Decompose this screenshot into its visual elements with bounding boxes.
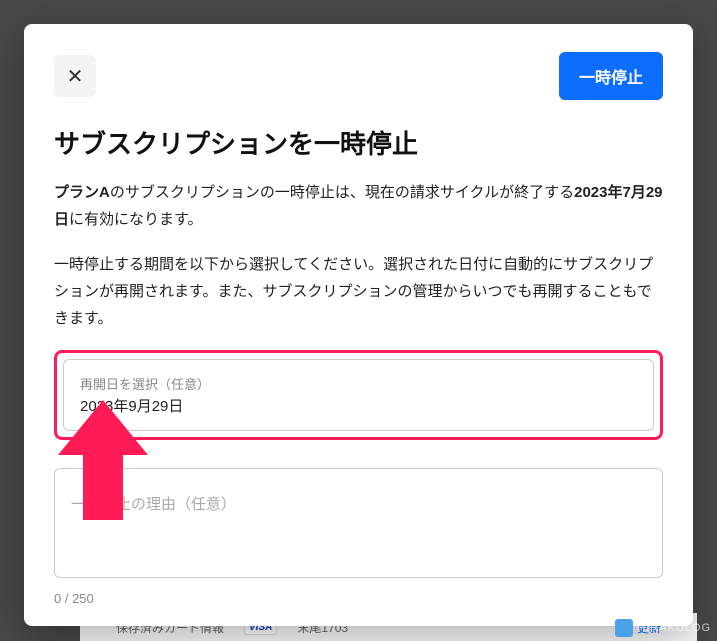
resume-date-value: 2023年9月29日	[80, 395, 637, 416]
resume-date-label: 再開日を選択（任意）	[80, 374, 637, 393]
date-highlight-box: 再開日を選択（任意） 2023年9月29日	[54, 350, 663, 440]
p1-end: に有効になります。	[69, 211, 203, 228]
pause-button[interactable]: 一時停止	[559, 52, 663, 100]
modal-header: ✕ 一時停止	[54, 52, 663, 100]
resume-date-input[interactable]: 再開日を選択（任意） 2023年9月29日	[63, 359, 654, 431]
paragraph-1: プランAのサブスクリプションの一時停止は、現在の請求サイクルが終了する2023年…	[54, 179, 663, 233]
char-count: 0 / 250	[54, 591, 663, 606]
plan-name: プランA	[54, 184, 110, 201]
modal-title: サブスクリプションを一時停止	[54, 124, 663, 161]
pause-reason-textarea[interactable]	[54, 468, 663, 578]
close-icon: ✕	[67, 64, 84, 89]
p1-mid: のサブスクリプションの一時停止は、現在の請求サイクルが終了する	[110, 184, 574, 201]
paragraph-2: 一時停止する期間を以下から選択してください。選択された日付に自動的にサブスクリプ…	[54, 251, 663, 332]
pause-subscription-modal: ✕ 一時停止 サブスクリプションを一時停止 プランAのサブスクリプションの一時停…	[24, 24, 693, 626]
watermark-text: HIRAKULOG	[637, 622, 711, 634]
close-button[interactable]: ✕	[54, 55, 96, 97]
watermark-icon	[615, 619, 633, 637]
watermark: HIRAKULOG	[615, 619, 711, 637]
